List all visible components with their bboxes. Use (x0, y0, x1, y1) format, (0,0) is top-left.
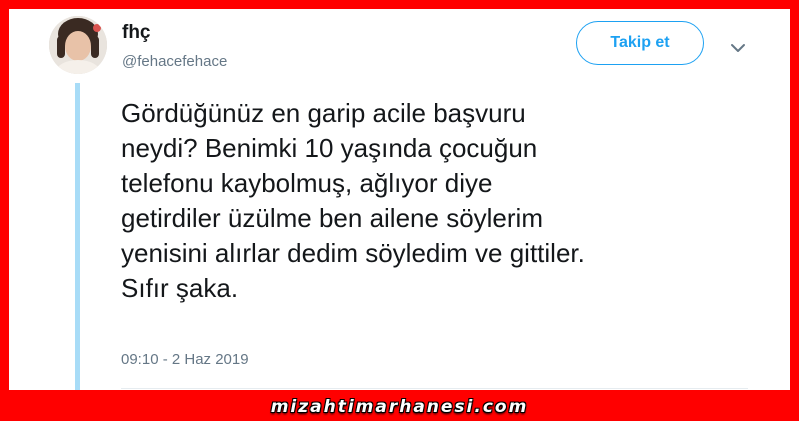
follow-button[interactable]: Takip et (576, 21, 704, 65)
tweet-timestamp[interactable]: 09:10 - 2 Haz 2019 (121, 351, 249, 368)
tweet-line: getirdiler üzülme ben ailene söylerim (121, 203, 543, 233)
display-name[interactable]: fhç (122, 22, 151, 44)
thread-line (75, 83, 80, 390)
divider (121, 388, 748, 389)
tweet-line: neydi? Benimki 10 yaşında çocuğun (121, 133, 538, 163)
chevron-down-icon[interactable] (727, 37, 749, 59)
watermark-text: mizahtimarhanesi.com (270, 396, 529, 417)
tweet-text: Gördüğünüz en garip acile başvuru neydi?… (121, 96, 771, 306)
tweet-line: Gördüğünüz en garip acile başvuru (121, 98, 526, 128)
user-handle[interactable]: @fehacefehace (122, 53, 227, 70)
avatar[interactable] (49, 16, 107, 74)
tweet-line: telefonu kaybolmuş, ağlıyor diye (121, 168, 493, 198)
watermark-banner: mizahtimarhanesi.com (0, 392, 799, 421)
tweet-line: yenisini alırlar dedim söyledim ve gitti… (121, 238, 585, 268)
tweet-card: fhç @fehacefehace Takip et Gördüğünüz en… (9, 9, 790, 390)
tweet-line: Sıfır şaka. (121, 273, 239, 303)
